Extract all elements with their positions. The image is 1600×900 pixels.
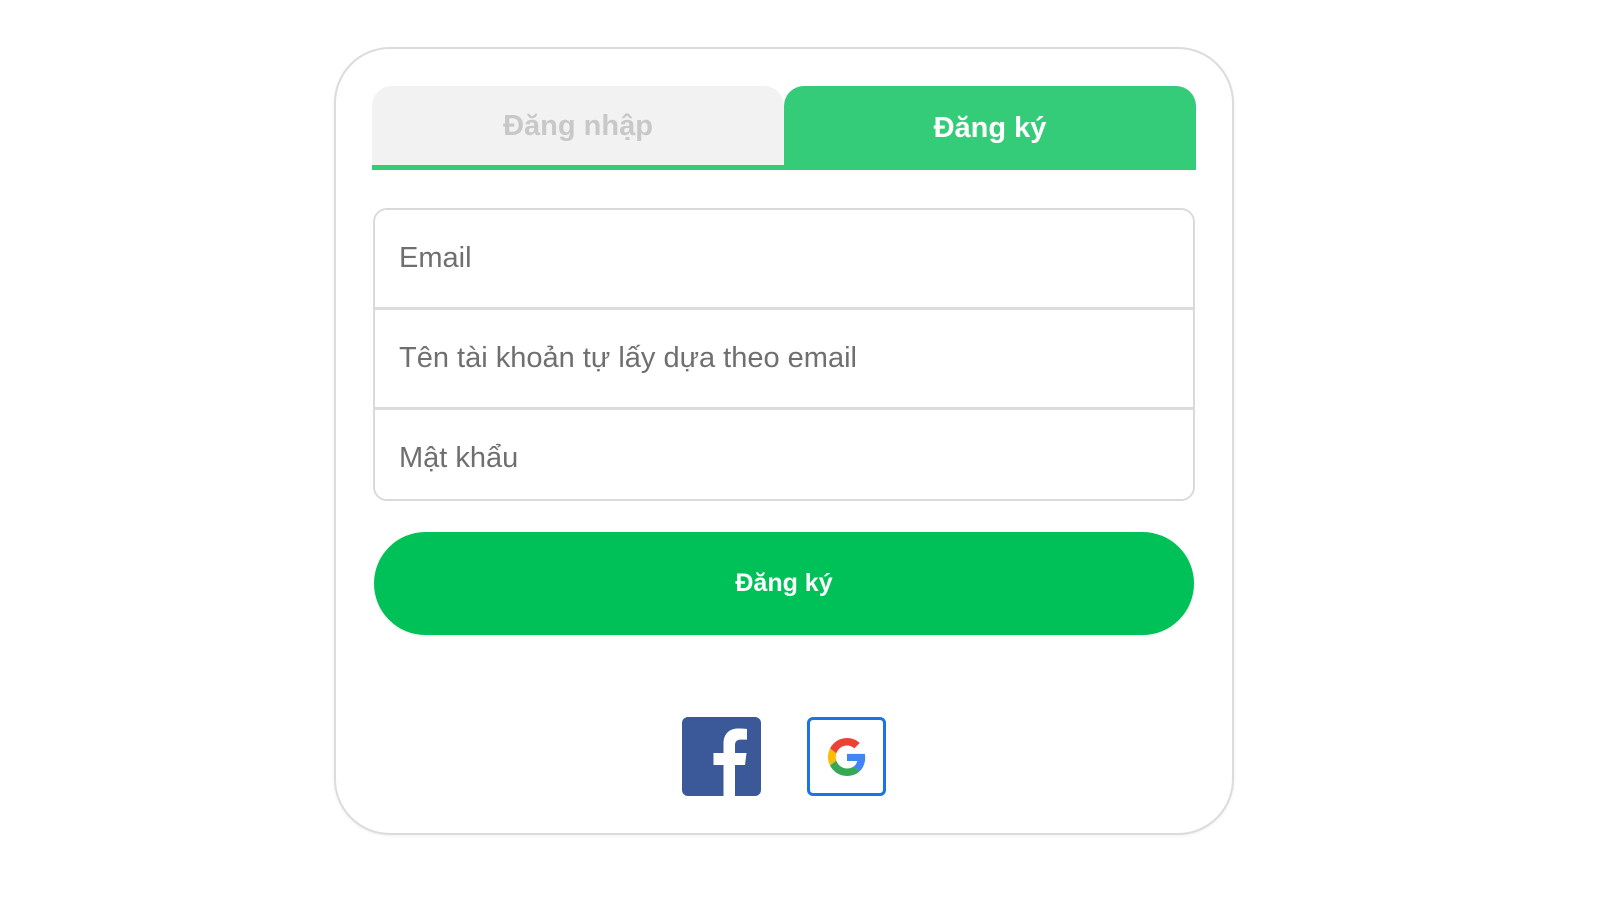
facebook-login-button[interactable]	[682, 717, 761, 796]
tab-register[interactable]: Đăng ký	[784, 86, 1196, 170]
google-icon	[827, 737, 865, 776]
auth-tabs: Đăng nhập Đăng ký	[372, 86, 1196, 170]
password-field[interactable]	[375, 410, 1193, 499]
facebook-icon	[713, 728, 747, 796]
register-form-fields	[373, 208, 1195, 501]
google-login-button[interactable]	[807, 717, 886, 796]
username-field[interactable]	[375, 310, 1193, 407]
tab-login-label: Đăng nhập	[503, 110, 653, 142]
tab-login[interactable]: Đăng nhập	[372, 86, 784, 170]
register-button[interactable]: Đăng ký	[374, 532, 1194, 635]
tab-register-label: Đăng ký	[933, 111, 1047, 144]
email-field[interactable]	[375, 210, 1193, 307]
